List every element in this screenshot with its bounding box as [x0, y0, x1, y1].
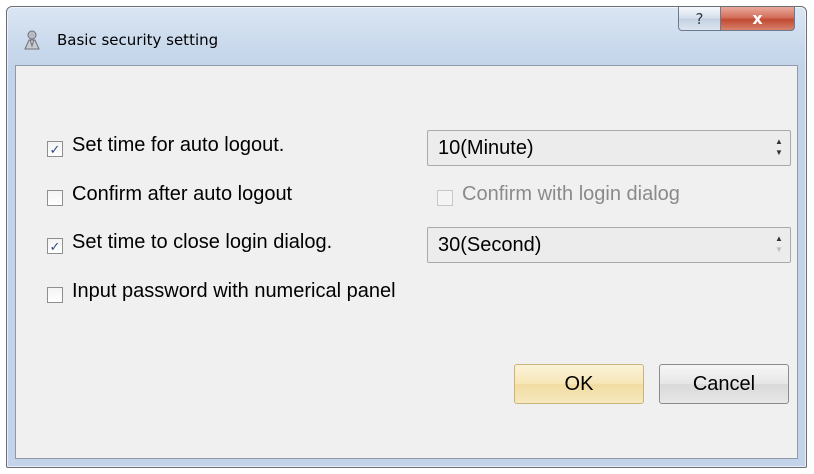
close-login-dialog-time-value: 30(Second) — [438, 234, 542, 256]
close-icon: x — [752, 9, 763, 28]
numerical-panel-checkbox[interactable] — [47, 287, 63, 303]
confirm-logout-checkbox[interactable] — [47, 190, 63, 206]
cancel-button[interactable]: Cancel — [659, 364, 789, 404]
close-login-dialog-checkbox[interactable]: ✓ — [47, 238, 63, 254]
window-title: Basic security setting — [57, 31, 219, 49]
check-icon: ✓ — [49, 238, 61, 254]
confirm-login-dialog-label: Confirm with login dialog — [462, 183, 680, 205]
ok-button[interactable]: OK — [514, 364, 644, 404]
auto-logout-label: Set time for auto logout. — [72, 134, 285, 156]
auto-logout-spin-arrows[interactable]: ▲ ▼ — [774, 136, 784, 160]
dialog-body: ✓ Set time for auto logout. 10(Minute) ▲… — [15, 65, 798, 459]
confirm-login-dialog-checkbox[interactable] — [437, 190, 453, 206]
spin-up-icon[interactable]: ▲ — [774, 233, 784, 244]
close-button[interactable]: x — [720, 7, 795, 31]
spin-down-icon[interactable]: ▼ — [774, 147, 784, 158]
title-bar[interactable]: Basic security setting ? x — [7, 7, 806, 65]
auto-logout-time-spinbox[interactable]: 10(Minute) ▲ ▼ — [427, 130, 791, 166]
confirm-logout-label: Confirm after auto logout — [72, 183, 293, 205]
close-login-dialog-time-spinbox[interactable]: 30(Second) ▲ ▼ — [427, 227, 791, 263]
auto-logout-time-value: 10(Minute) — [438, 137, 534, 159]
close-login-dialog-label: Set time to close login dialog. — [72, 231, 333, 253]
help-button[interactable]: ? — [678, 7, 721, 31]
dialog-window: Basic security setting ? x ✓ Set time fo… — [6, 6, 807, 468]
spin-up-icon[interactable]: ▲ — [774, 136, 784, 147]
auto-logout-checkbox[interactable]: ✓ — [47, 141, 63, 157]
spin-down-icon[interactable]: ▼ — [774, 244, 784, 255]
close-login-dialog-spin-arrows[interactable]: ▲ ▼ — [774, 233, 784, 257]
help-icon: ? — [695, 9, 704, 28]
check-icon: ✓ — [49, 141, 61, 157]
numerical-panel-label: Input password with numerical panel — [72, 280, 396, 302]
user-key-icon — [21, 29, 43, 51]
